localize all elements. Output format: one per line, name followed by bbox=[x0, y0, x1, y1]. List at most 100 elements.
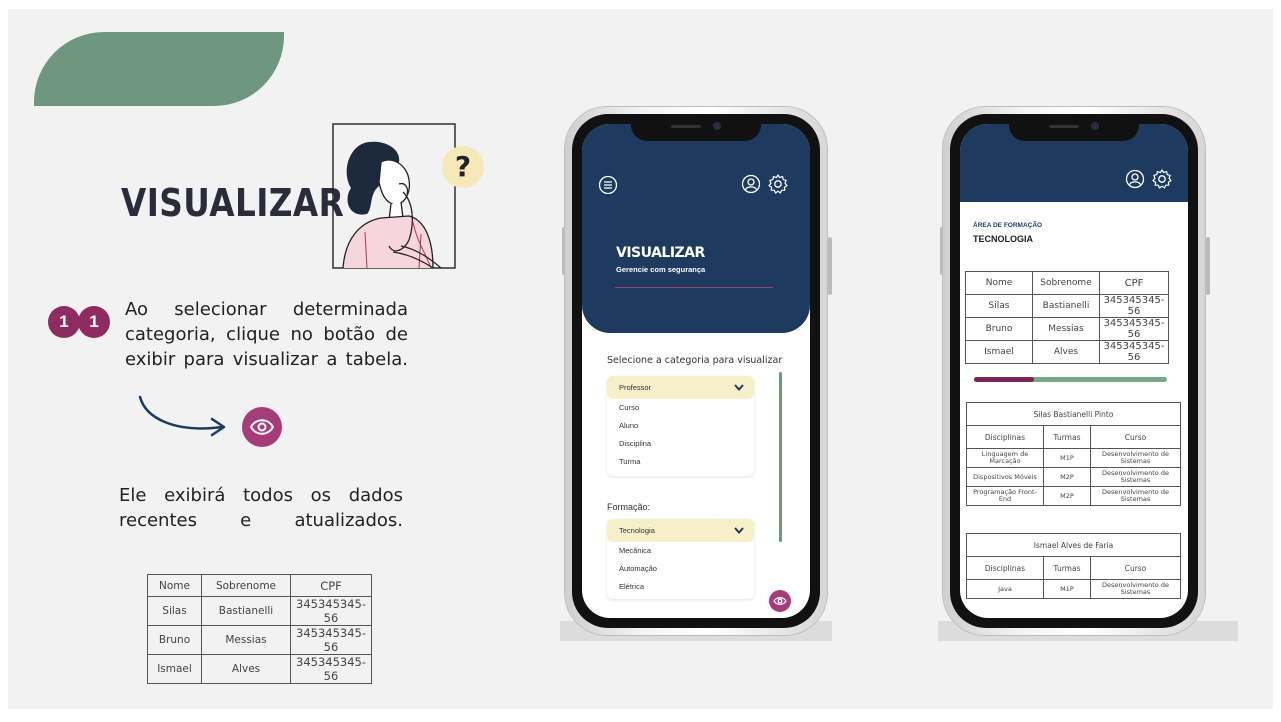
table-cell: Bastianelli bbox=[1032, 294, 1100, 318]
table-row: Silas Bastianelli 345345345-56 bbox=[147, 596, 372, 626]
table-cell: Ismael bbox=[147, 654, 202, 684]
progress-fill bbox=[974, 377, 1034, 382]
table-cell: 345345345-56 bbox=[1099, 294, 1169, 318]
table-cell: Messias bbox=[201, 625, 291, 655]
formation-label: Formação: bbox=[607, 502, 651, 512]
category-selected-text: Professor bbox=[619, 383, 652, 392]
phone-screen-table: ÁREA DE FORMAÇÃO TECNOLOGIA Nome Sobreno… bbox=[960, 124, 1188, 618]
table-cell: Alves bbox=[1032, 340, 1100, 364]
table-header: Sobrenome bbox=[201, 574, 291, 597]
table-row: Linguagem de Marcação M1P Desenvolviment… bbox=[966, 448, 1181, 468]
category-selected[interactable]: Professor bbox=[607, 376, 754, 399]
dropdown-option[interactable]: Automação bbox=[607, 560, 754, 578]
table-header: Disciplinas bbox=[966, 425, 1044, 449]
table-header-row: Nome Sobrenome CPF bbox=[965, 271, 1169, 295]
step-badge: 1 1 bbox=[48, 306, 110, 338]
table-cell: Desenvolvimento de Sistemas bbox=[1090, 448, 1181, 468]
table-row[interactable]: Ismael Alves 345345345-56 bbox=[965, 340, 1169, 364]
phone-screen-visualizar: VISUALIZAR Gerencie com segurança Seleci… bbox=[582, 124, 810, 618]
page-title: VISUALIZAR bbox=[121, 181, 345, 225]
scrollbar[interactable] bbox=[779, 372, 782, 542]
phone-mockup-1: VISUALIZAR Gerencie com segurança Seleci… bbox=[565, 107, 827, 635]
table-row: Java M1P Desenvolvimento de Sistemas bbox=[966, 579, 1181, 599]
step-digit: 1 bbox=[48, 306, 80, 338]
phone-notch bbox=[631, 117, 761, 141]
detail-card-ismael: Ismael Alves de Faria Disciplinas Turmas… bbox=[966, 533, 1181, 599]
view-button[interactable] bbox=[242, 407, 282, 447]
table-cell: M2P bbox=[1043, 467, 1091, 487]
chevron-down-icon bbox=[734, 384, 744, 391]
phone-mockup-2: ÁREA DE FORMAÇÃO TECNOLOGIA Nome Sobreno… bbox=[943, 107, 1205, 635]
dropdown-option[interactable]: Turma bbox=[607, 453, 754, 471]
table-cell: 345345345-56 bbox=[290, 625, 372, 655]
table-cell: Java bbox=[966, 579, 1044, 599]
step-digit: 1 bbox=[78, 306, 110, 338]
table-cell: Desenvolvimento de Sistemas bbox=[1090, 579, 1181, 599]
category-label: Selecione a categoria para visualizar bbox=[607, 355, 783, 366]
table-header: Nome bbox=[965, 271, 1033, 295]
view-button[interactable] bbox=[769, 590, 791, 612]
table-header: CPF bbox=[1099, 271, 1169, 295]
table-header: Sobrenome bbox=[1032, 271, 1100, 295]
eye-icon bbox=[250, 419, 274, 435]
instruction-paragraph: Ao selecionar determinada categoria, cli… bbox=[125, 299, 408, 370]
category-dropdown[interactable]: Professor Curso Aluno Disciplina Turma bbox=[607, 376, 754, 476]
formation-selected[interactable]: Tecnologia bbox=[607, 519, 754, 542]
result-paragraph: Ele exibirá todos os dados recentes e at… bbox=[119, 485, 403, 531]
table-row[interactable]: Bruno Messias 345345345-56 bbox=[965, 317, 1169, 341]
formation-selected-text: Tecnologia bbox=[619, 526, 655, 535]
card-title-row: Silas Bastianelli Pinto bbox=[966, 402, 1181, 426]
table-cell: M1P bbox=[1043, 579, 1091, 599]
table-cell: 345345345-56 bbox=[290, 654, 372, 684]
table-row: Bruno Messias 345345345-56 bbox=[147, 625, 372, 655]
table-cell: Desenvolvimento de Sistemas bbox=[1090, 467, 1181, 487]
table-cell: M2P bbox=[1043, 486, 1091, 506]
dropdown-option[interactable]: Disciplina bbox=[607, 435, 754, 453]
table-cell: Alves bbox=[201, 654, 291, 684]
table-row: Programação Front-End M2P Desenvolviment… bbox=[966, 486, 1181, 506]
table-row[interactable]: Silas Bastianelli 345345345-56 bbox=[965, 294, 1169, 318]
table-header-row: Disciplinas Turmas Curso bbox=[966, 425, 1181, 449]
woman-thinking-illustration bbox=[332, 123, 456, 269]
table-header-row: Disciplinas Turmas Curso bbox=[966, 556, 1181, 580]
table-cell: Silas bbox=[147, 596, 202, 626]
table-cell: Ismael bbox=[965, 340, 1033, 364]
table-cell: Linguagem de Marcação bbox=[966, 448, 1044, 468]
gear-icon[interactable] bbox=[767, 173, 789, 195]
phone-notch bbox=[1009, 117, 1139, 141]
dropdown-option[interactable]: Curso bbox=[607, 399, 754, 417]
user-icon[interactable] bbox=[1125, 169, 1145, 189]
progress-bar[interactable] bbox=[974, 377, 1167, 382]
table-cell: Dispositivos Móveis bbox=[966, 467, 1044, 487]
table-header: Disciplinas bbox=[966, 556, 1044, 580]
card-title: Ismael Alves de Faria bbox=[966, 533, 1181, 557]
table-header: Turmas bbox=[1043, 425, 1091, 449]
screen-header bbox=[582, 124, 810, 333]
formation-dropdown[interactable]: Tecnologia Mecânica Automação Elétrica bbox=[607, 519, 754, 599]
table-cell: Messias bbox=[1032, 317, 1100, 341]
area-label: ÁREA DE FORMAÇÃO bbox=[973, 222, 1043, 229]
question-bubble: ? bbox=[442, 146, 484, 188]
user-icon[interactable] bbox=[741, 174, 761, 194]
table-cell: M1P bbox=[1043, 448, 1091, 468]
menu-icon[interactable] bbox=[598, 175, 618, 195]
dropdown-option[interactable]: Elétrica bbox=[607, 578, 754, 596]
divider bbox=[615, 287, 773, 288]
table-row: Dispositivos Móveis M2P Desenvolvimento … bbox=[966, 467, 1181, 487]
screen-subtitle: Gerencie com segurança bbox=[616, 265, 706, 274]
table-header-row: Nome Sobrenome CPF bbox=[147, 574, 372, 597]
dropdown-option[interactable]: Aluno bbox=[607, 417, 754, 435]
table-header: Curso bbox=[1090, 556, 1181, 580]
chevron-down-icon bbox=[734, 527, 744, 534]
table-header: Curso bbox=[1090, 425, 1181, 449]
arrow-icon bbox=[138, 395, 226, 437]
table-cell: Silas bbox=[965, 294, 1033, 318]
detail-card-silas: Silas Bastianelli Pinto Disciplinas Turm… bbox=[966, 402, 1181, 506]
table-cell: Bruno bbox=[965, 317, 1033, 341]
table-cell: 345345345-56 bbox=[1099, 340, 1169, 364]
example-table: Nome Sobrenome CPF Silas Bastianelli 345… bbox=[147, 574, 372, 684]
students-table: Nome Sobrenome CPF Silas Bastianelli 345… bbox=[965, 271, 1169, 364]
gear-icon[interactable] bbox=[1151, 168, 1173, 190]
dropdown-option[interactable]: Mecânica bbox=[607, 542, 754, 560]
table-row: Ismael Alves 345345345-56 bbox=[147, 654, 372, 684]
